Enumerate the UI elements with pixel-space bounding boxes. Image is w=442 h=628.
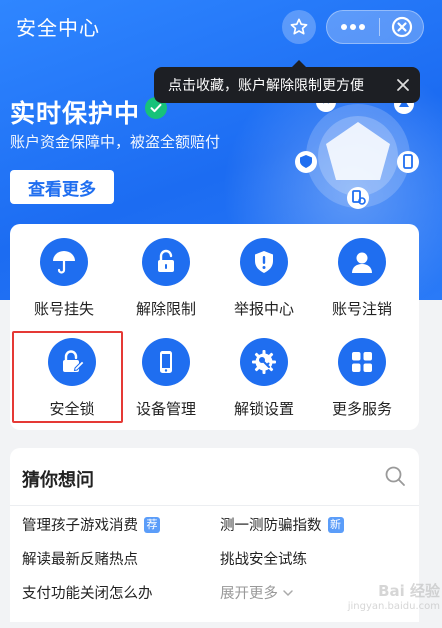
expand-more-label: 展开更多 bbox=[220, 586, 278, 602]
grid-label: 账号挂失 bbox=[33, 300, 94, 318]
grid-label: 设备管理 bbox=[135, 400, 196, 418]
grid-item-account-loss[interactable]: 账号挂失 bbox=[16, 224, 112, 320]
faq-item-fraud-test[interactable]: 测一测防骗指数 新 bbox=[220, 514, 344, 535]
faq-item-text: 挑战安全试练 bbox=[220, 552, 307, 568]
faq-item-security-challenge[interactable]: 挑战安全试练 bbox=[220, 548, 307, 569]
grid-item-account-cancel[interactable]: 账号注销 bbox=[314, 224, 410, 320]
recommend-badge: 荐 bbox=[144, 516, 160, 533]
more-menu-button[interactable] bbox=[327, 10, 379, 44]
tooltip-text: 点击收藏，账户解除限制更方便 bbox=[168, 78, 364, 94]
unlock-icon bbox=[142, 238, 190, 286]
protection-status-title: 实时保护中 bbox=[10, 99, 141, 128]
shield-pentagon-graphic bbox=[295, 92, 419, 209]
favorite-tooltip: 点击收藏，账户解除限制更方便 bbox=[154, 60, 420, 103]
faq-card: 猜你想问 管理孩子游戏消费 荐 测一测防骗指数 新 解读最新反赌热点 挑战安全试… bbox=[10, 448, 419, 622]
expand-more-link[interactable]: 展开更多 bbox=[220, 582, 295, 603]
apps-grid-icon bbox=[338, 338, 386, 386]
faq-item-text: 测一测防骗指数 bbox=[220, 518, 322, 534]
view-more-button[interactable]: 查看更多 bbox=[10, 170, 114, 204]
protection-subtitle: 账户资金保障中，被盗全额赔付 bbox=[10, 133, 221, 151]
grid-item-more-services[interactable]: 更多服务 bbox=[314, 324, 410, 420]
faq-item-text: 管理孩子游戏消费 bbox=[22, 518, 138, 534]
highlight-box bbox=[12, 331, 123, 423]
more-dots-icon bbox=[341, 24, 365, 30]
gear-key-icon bbox=[240, 338, 288, 386]
favorite-button[interactable] bbox=[282, 10, 316, 44]
grid-label: 举报中心 bbox=[233, 300, 294, 318]
close-app-button[interactable] bbox=[380, 10, 423, 44]
faq-divider bbox=[10, 505, 419, 506]
page-title: 安全中心 bbox=[16, 16, 100, 40]
new-badge: 新 bbox=[327, 516, 344, 533]
close-icon[interactable] bbox=[394, 76, 412, 94]
faq-item-kids-game[interactable]: 管理孩子游戏消费 荐 bbox=[22, 514, 160, 535]
umbrella-icon bbox=[40, 238, 88, 286]
user-icon bbox=[338, 238, 386, 286]
grid-label: 解锁设置 bbox=[233, 400, 294, 418]
grid-item-report-center[interactable]: 举报中心 bbox=[216, 224, 312, 320]
grid-label: 解除限制 bbox=[135, 300, 196, 318]
close-circle-icon bbox=[391, 16, 412, 38]
chevron-down-icon bbox=[283, 589, 293, 596]
grid-item-unlock-restriction[interactable]: 解除限制 bbox=[118, 224, 214, 320]
alert-shield-icon bbox=[240, 238, 288, 286]
search-icon[interactable] bbox=[384, 465, 406, 487]
grid-item-device-management[interactable]: 设备管理 bbox=[118, 324, 214, 420]
faq-item-text: 支付功能关闭怎么办 bbox=[22, 586, 153, 602]
star-icon bbox=[290, 18, 308, 35]
grid-item-unlock-settings[interactable]: 解锁设置 bbox=[216, 324, 312, 420]
grid-label: 更多服务 bbox=[331, 400, 392, 418]
mini-app-capsule bbox=[326, 10, 424, 44]
faq-item-text: 解读最新反赌热点 bbox=[22, 552, 138, 568]
faq-item-payment-closed[interactable]: 支付功能关闭怎么办 bbox=[22, 582, 153, 603]
grid-label: 账号注销 bbox=[331, 300, 392, 318]
faq-item-anti-gambling[interactable]: 解读最新反赌热点 bbox=[22, 548, 138, 569]
faq-title: 猜你想问 bbox=[22, 470, 94, 491]
phone-icon bbox=[142, 338, 190, 386]
